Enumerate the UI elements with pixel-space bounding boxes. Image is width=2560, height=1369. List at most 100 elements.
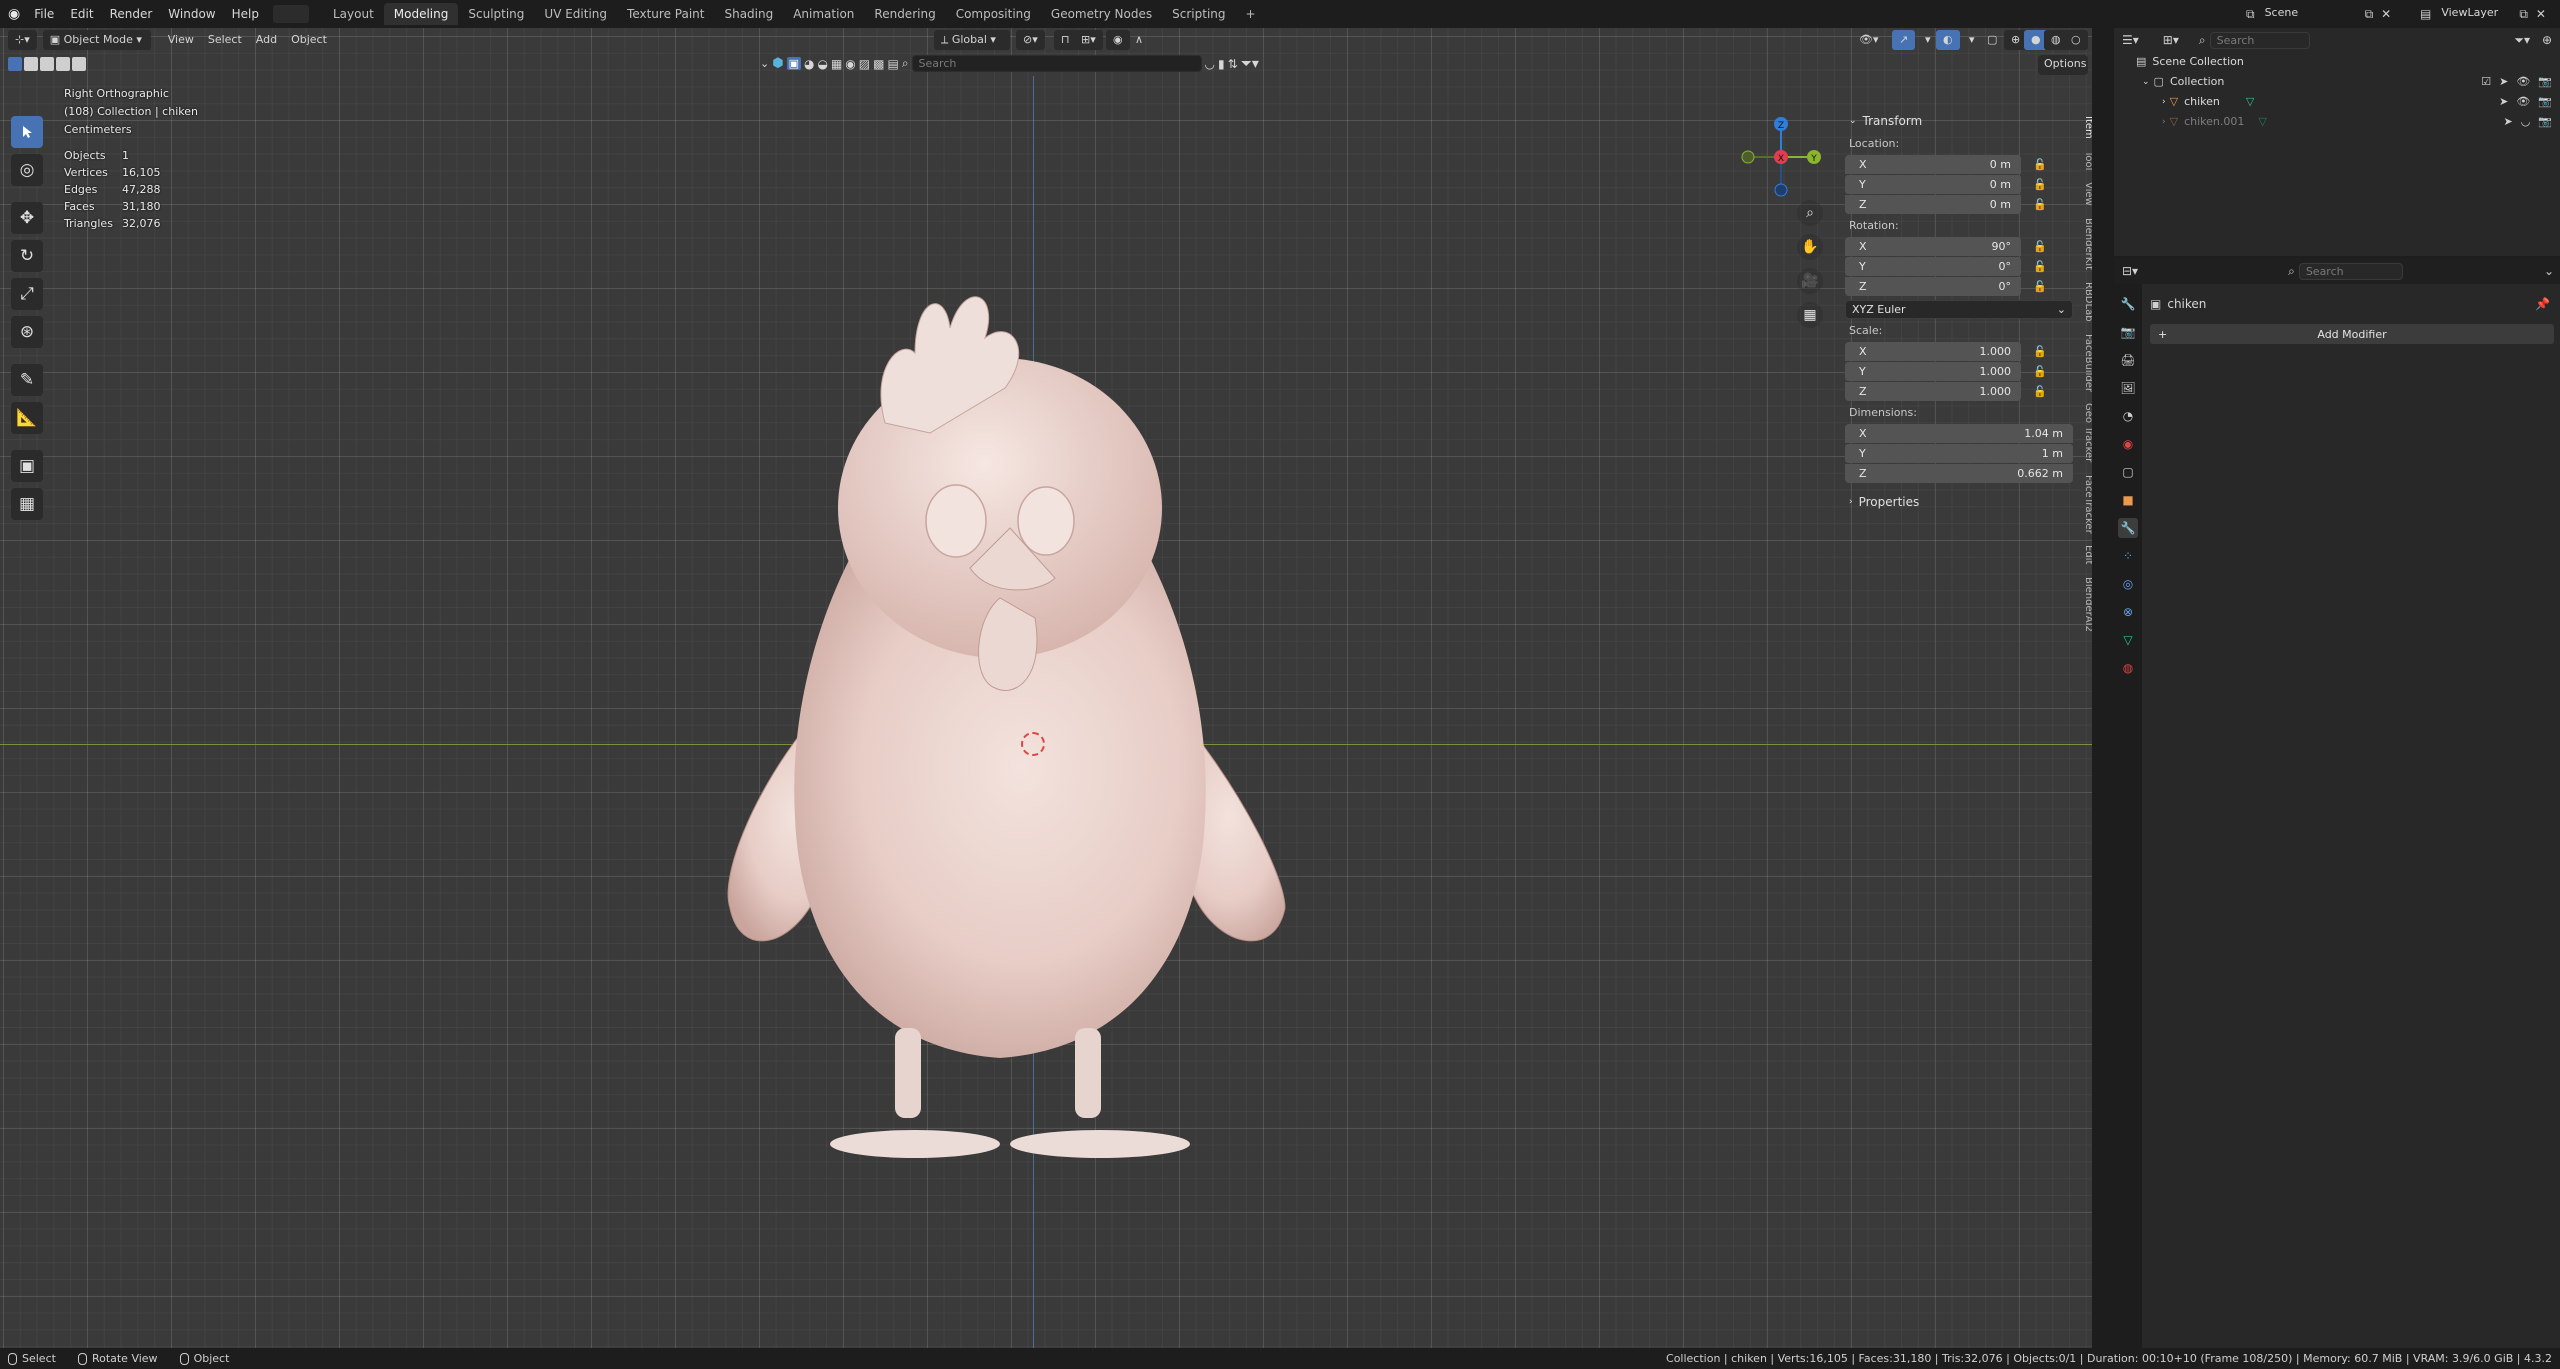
tab-texture-paint[interactable]: Texture Paint — [617, 3, 714, 25]
rotation-mode-dropdown[interactable]: XYZ Euler ⌄ — [1845, 299, 2073, 319]
particles-tab-icon[interactable]: ⁘ — [2118, 546, 2138, 566]
addon-search-input[interactable]: Search — [911, 55, 1202, 72]
chicken-model[interactable] — [700, 258, 1300, 1178]
zoom-icon[interactable]: ⌕ — [1797, 200, 1823, 226]
addon-texture-icon[interactable]: ▩ — [873, 57, 884, 71]
scale-x-field[interactable]: X 1.000 — [1845, 341, 2021, 361]
tab-animation[interactable]: Animation — [783, 3, 864, 25]
editor-type-button[interactable]: ⊹▾ — [8, 30, 37, 50]
scene-tab-icon[interactable]: ◔ — [2118, 406, 2138, 426]
pin-icon[interactable]: 📌 — [2535, 297, 2550, 311]
mesh-data-icon[interactable]: ▽ — [2246, 92, 2254, 112]
material-tab-icon[interactable]: ◍ — [2118, 658, 2138, 678]
gizmo-dropdown[interactable]: ▾ — [1918, 30, 1938, 50]
rendered-shading-button[interactable]: ○ — [2064, 30, 2088, 50]
outliner-object-chiken-001[interactable]: › ▽ chiken.001 ▽ ➤ ◡ 📷 — [2136, 112, 2560, 132]
options-dropdown-icon[interactable]: ⌄ — [2544, 264, 2554, 278]
select-box-extend-icon[interactable] — [24, 57, 38, 71]
menu-help[interactable]: Help — [224, 4, 267, 24]
tab-blenderai2[interactable]: BlenderAI2 — [2083, 571, 2092, 638]
camera-icon[interactable]: 📷 — [2538, 92, 2552, 112]
view-layer-tab-icon[interactable]: 🖼 — [2118, 378, 2138, 398]
overlays-dropdown[interactable]: ▾ — [1962, 30, 1982, 50]
lock-icon[interactable]: 🔓 — [2021, 178, 2047, 191]
dimensions-x-field[interactable]: X 1.04 m — [1845, 423, 2073, 443]
tab-sculpting[interactable]: Sculpting — [458, 3, 534, 25]
tab-scripting[interactable]: Scripting — [1162, 3, 1235, 25]
outliner-object-chiken[interactable]: › ▽ chiken ▽ ➤ 👁 📷 — [2136, 92, 2560, 112]
chevron-down-icon[interactable]: ⌄ — [2142, 72, 2150, 92]
add-mesh-tool[interactable]: ▦ — [11, 488, 43, 520]
lock-icon[interactable]: 🔓 — [2021, 345, 2047, 358]
scene-name-field[interactable]: Scene — [2258, 4, 2359, 24]
editor-type-icon[interactable]: ⊟▾ — [2122, 264, 2138, 278]
tab-shading[interactable]: Shading — [714, 3, 783, 25]
cursor-tool[interactable]: ◎ — [11, 154, 43, 186]
checkbox-icon[interactable]: ☑ — [2481, 72, 2491, 92]
editor-type-icon[interactable]: ☰▾ — [2122, 33, 2139, 47]
dimensions-y-field[interactable]: Y1 m — [1845, 443, 2073, 463]
scale-tool[interactable]: ⤢ — [11, 278, 43, 310]
transform-orientation-dropdown[interactable]: ⟂ Global ▾ — [934, 30, 1010, 50]
scale-y-field[interactable]: Y 1.000 — [1845, 361, 2021, 381]
chevron-right-icon[interactable]: › — [2162, 92, 2166, 112]
outliner-collection[interactable]: ⌄ ▢ Collection ☑ ➤ 👁 📷 — [2136, 72, 2560, 92]
properties-search-input[interactable]: Search — [2298, 262, 2403, 280]
pivot-point-button[interactable]: ⊘▾ — [1016, 30, 1045, 50]
addon-panel-icon[interactable]: ▤ — [887, 57, 898, 71]
visibility-dropdown[interactable]: 👁▾ — [1852, 30, 1886, 50]
chevron-right-icon[interactable]: › — [2162, 112, 2166, 132]
display-mode-icon[interactable]: ⊞▾ — [2163, 33, 2179, 47]
select-box-new-icon[interactable] — [8, 57, 22, 71]
mode-dropdown[interactable]: ▣ Object Mode ▾ — [42, 30, 151, 50]
tab-tool[interactable]: Tool — [2083, 145, 2092, 176]
overlays-toggle[interactable]: ◐ — [1936, 30, 1960, 50]
tab-item[interactable]: Item — [2083, 110, 2092, 145]
add-modifier-button[interactable]: + Add Modifier — [2150, 324, 2554, 344]
rotate-tool[interactable]: ↻ — [11, 240, 43, 272]
3d-cursor-icon[interactable] — [1021, 732, 1045, 756]
constraints-tab-icon[interactable]: ⊗ — [2118, 602, 2138, 622]
rotation-z-field[interactable]: Z 0° — [1845, 276, 2021, 296]
properties-panel-header[interactable]: › Properties — [1845, 491, 2079, 513]
modifier-tab-icon[interactable]: 🔧 — [2118, 518, 2138, 538]
data-tab-icon[interactable]: ▽ — [2118, 630, 2138, 650]
addon-collapse-icon[interactable]: ⌄ — [760, 57, 769, 70]
falloff-icon[interactable]: ∧ — [1128, 30, 1150, 50]
menu-object[interactable]: Object — [284, 30, 334, 50]
menu-select[interactable]: Select — [201, 30, 249, 50]
add-workspace-button[interactable]: + — [1236, 3, 1266, 25]
lock-icon[interactable]: 🔓 — [2021, 385, 2047, 398]
measure-tool[interactable]: 📐 — [11, 402, 43, 434]
addon-bookmark-icon[interactable]: ▮ — [1218, 57, 1225, 71]
select-box-tool[interactable] — [11, 116, 43, 148]
camera-icon[interactable]: 📷 — [2538, 72, 2552, 92]
addon-object-icon[interactable]: ▣ — [786, 57, 801, 70]
perspective-grid-icon[interactable]: ▦ — [1797, 302, 1823, 328]
dimensions-z-field[interactable]: Z 0.662 m — [1845, 463, 2073, 483]
area-divider[interactable] — [2092, 28, 2114, 1348]
menu-window[interactable]: Window — [160, 4, 223, 24]
pan-hand-icon[interactable]: ✋ — [1797, 234, 1823, 260]
rotation-y-field[interactable]: Y 0° — [1845, 256, 2021, 276]
select-arrow-icon[interactable]: ➤ — [2499, 92, 2508, 112]
menu-file[interactable]: File — [26, 4, 62, 24]
tab-uv-editing[interactable]: UV Editing — [534, 3, 617, 25]
select-arrow-icon[interactable]: ➤ — [2499, 72, 2508, 92]
addon-sphere-icon[interactable]: ◕ — [804, 57, 814, 71]
select-box-subtract-icon[interactable] — [40, 57, 54, 71]
move-tool[interactable]: ✥ — [11, 202, 43, 234]
filter-icon[interactable]: ⏷▾ — [2514, 33, 2530, 48]
select-arrow-icon[interactable]: ➤ — [2503, 112, 2512, 132]
lock-icon[interactable]: 🔓 — [2021, 260, 2047, 273]
outliner-scene-collection[interactable]: ▤ Scene Collection — [2136, 52, 2560, 72]
delete-scene-icon[interactable]: ✕ — [2381, 7, 2391, 21]
world-tab-icon[interactable]: ◉ — [2118, 434, 2138, 454]
transform-tool[interactable]: ⊛ — [11, 316, 43, 348]
tab-rendering[interactable]: Rendering — [864, 3, 945, 25]
tab-geo-tracker[interactable]: Geo Tracker — [2083, 397, 2092, 468]
collection-tab-icon[interactable]: ▢ — [2118, 462, 2138, 482]
tab-view[interactable]: View — [2083, 176, 2092, 212]
lock-icon[interactable]: 🔓 — [2021, 365, 2047, 378]
lock-icon[interactable]: 🔓 — [2021, 198, 2047, 211]
